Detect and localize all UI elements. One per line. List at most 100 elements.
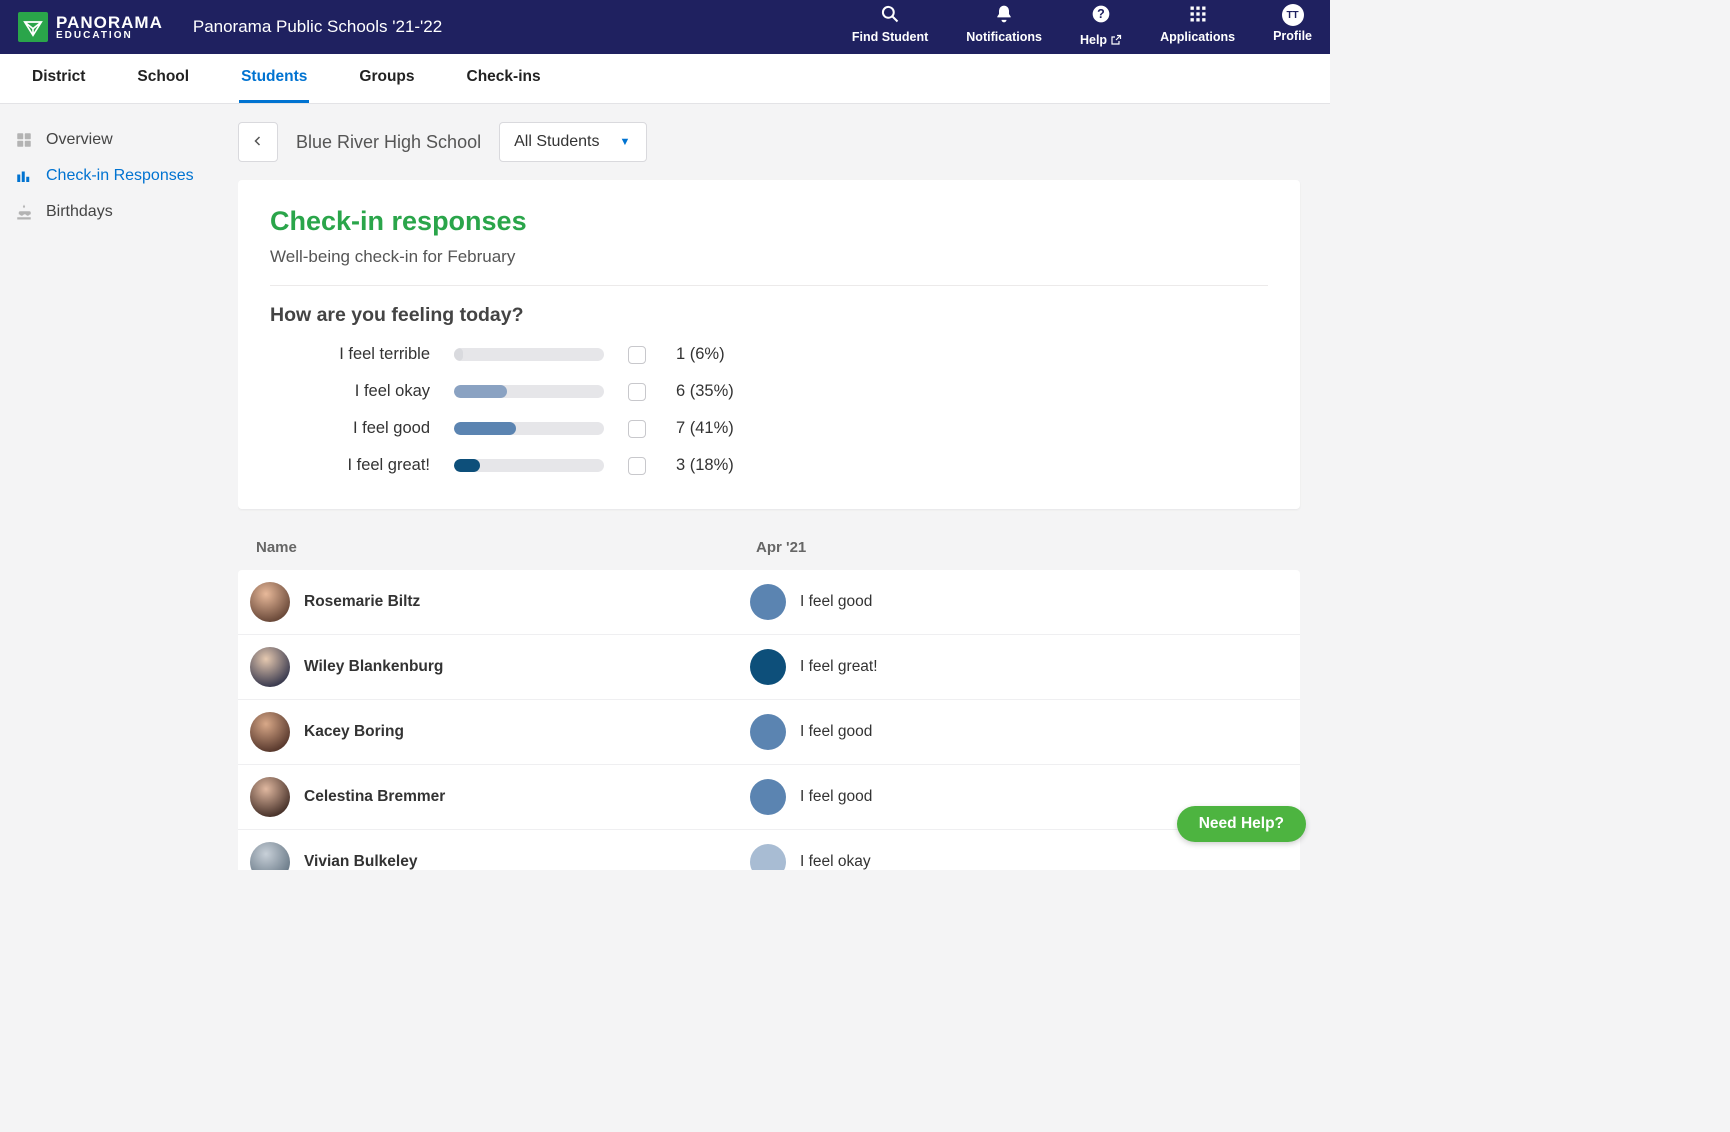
help-button[interactable]: ? Help xyxy=(1080,4,1122,50)
chevron-left-icon xyxy=(252,134,264,151)
response-dot-icon xyxy=(750,649,786,685)
org-name: Panorama Public Schools '21-'22 xyxy=(193,17,442,37)
dist-checkbox[interactable] xyxy=(628,346,646,364)
sidebar: Overview Check-in Responses Birthdays xyxy=(0,104,238,870)
app-header: PANORAMA EDUCATION Panorama Public Schoo… xyxy=(0,0,1330,54)
main-content: Blue River High School All Students ▼ Ch… xyxy=(238,104,1330,870)
response-dot-icon xyxy=(750,844,786,870)
response-text: I feel good xyxy=(800,593,872,611)
header-label: Applications xyxy=(1160,30,1235,44)
response-text: I feel okay xyxy=(800,853,871,870)
tab-district[interactable]: District xyxy=(30,54,87,103)
dist-count: 3 (18%) xyxy=(676,456,1268,475)
logo[interactable]: PANORAMA EDUCATION xyxy=(18,12,163,42)
dist-count: 6 (35%) xyxy=(676,382,1268,401)
sidebar-item-label: Birthdays xyxy=(46,203,113,221)
overview-icon xyxy=(14,130,34,150)
logo-text: PANORAMA EDUCATION xyxy=(56,14,163,41)
brand-sub: EDUCATION xyxy=(56,31,163,41)
avatar xyxy=(250,582,290,622)
dist-count: 1 (6%) xyxy=(676,345,1268,364)
dist-checkbox[interactable] xyxy=(628,420,646,438)
dist-bar xyxy=(454,422,604,435)
response-text: I feel good xyxy=(800,723,872,741)
external-link-icon xyxy=(1110,30,1122,50)
sidebar-item-label: Check-in Responses xyxy=(46,167,194,185)
student-filter-select[interactable]: All Students ▼ xyxy=(499,122,647,162)
card-title: Check-in responses xyxy=(270,206,1268,237)
student-name: Kacey Boring xyxy=(304,723,404,741)
dist-bar xyxy=(454,385,604,398)
header-actions: Find Student Notifications ? Help Applic… xyxy=(852,4,1312,50)
sidebar-item-checkin-responses[interactable]: Check-in Responses xyxy=(8,158,230,194)
tab-school[interactable]: School xyxy=(135,54,191,103)
col-month: Apr '21 xyxy=(756,539,1282,556)
responses-card: Check-in responses Well-being check-in f… xyxy=(238,180,1300,509)
dist-label: I feel terrible xyxy=(270,345,430,364)
sidebar-item-label: Overview xyxy=(46,131,113,149)
search-icon xyxy=(880,4,900,27)
header-label: Find Student xyxy=(852,30,928,44)
back-button[interactable] xyxy=(238,122,278,162)
table-row[interactable]: Rosemarie Biltz I feel good xyxy=(238,570,1300,634)
chevron-down-icon: ▼ xyxy=(619,136,630,148)
dist-count: 7 (41%) xyxy=(676,419,1268,438)
avatar-initials: TT xyxy=(1282,4,1304,26)
dist-label: I feel okay xyxy=(270,382,430,401)
response-dot-icon xyxy=(750,779,786,815)
header-label: Notifications xyxy=(966,30,1042,44)
apps-grid-icon xyxy=(1188,4,1208,27)
question-text: How are you feeling today? xyxy=(270,304,1268,327)
sidebar-item-birthdays[interactable]: Birthdays xyxy=(8,194,230,230)
need-help-fab[interactable]: Need Help? xyxy=(1177,806,1306,842)
dist-bar xyxy=(454,459,604,472)
student-name: Celestina Bremmer xyxy=(304,788,445,806)
student-name: Vivian Bulkeley xyxy=(304,853,417,870)
table-header: Name Apr '21 xyxy=(238,525,1300,570)
brand-name: PANORAMA xyxy=(56,14,163,31)
table-row[interactable]: Vivian Bulkeley I feel okay xyxy=(238,829,1300,870)
avatar xyxy=(250,777,290,817)
student-name: Wiley Blankenburg xyxy=(304,658,443,676)
response-text: I feel great! xyxy=(800,658,878,676)
tab-groups[interactable]: Groups xyxy=(357,54,416,103)
bell-icon xyxy=(994,4,1014,27)
dist-checkbox[interactable] xyxy=(628,457,646,475)
breadcrumb-school: Blue River High School xyxy=(296,132,481,153)
response-distribution-chart: I feel terrible 1 (6%) I feel okay 6 (35%) I… xyxy=(270,345,1268,475)
dist-label: I feel good xyxy=(270,419,430,438)
header-label: Profile xyxy=(1273,29,1312,43)
table-row[interactable]: Celestina Bremmer I feel good xyxy=(238,764,1300,829)
tab-checkins[interactable]: Check-ins xyxy=(465,54,543,103)
avatar xyxy=(250,842,290,870)
notifications-button[interactable]: Notifications xyxy=(966,4,1042,44)
tab-students[interactable]: Students xyxy=(239,54,309,103)
profile-button[interactable]: TT Profile xyxy=(1273,4,1312,43)
applications-button[interactable]: Applications xyxy=(1160,4,1235,44)
avatar xyxy=(250,712,290,752)
table-row[interactable]: Wiley Blankenburg I feel great! xyxy=(238,634,1300,699)
table-row[interactable]: Kacey Boring I feel good xyxy=(238,699,1300,764)
top-nav: District School Students Groups Check-in… xyxy=(0,54,1330,104)
breadcrumb: Blue River High School All Students ▼ xyxy=(238,122,1300,162)
cake-icon xyxy=(14,202,34,222)
student-name: Rosemarie Biltz xyxy=(304,593,420,611)
response-text: I feel good xyxy=(800,788,872,806)
select-value: All Students xyxy=(514,133,599,151)
col-name: Name xyxy=(256,539,756,556)
response-dot-icon xyxy=(750,584,786,620)
dist-bar xyxy=(454,348,604,361)
header-label: Help xyxy=(1080,30,1122,50)
dist-checkbox[interactable] xyxy=(628,383,646,401)
help-icon: ? xyxy=(1091,4,1111,27)
response-dot-icon xyxy=(750,714,786,750)
logo-mark-icon xyxy=(18,12,48,42)
dist-label: I feel great! xyxy=(270,456,430,475)
sidebar-item-overview[interactable]: Overview xyxy=(8,122,230,158)
svg-text:?: ? xyxy=(1097,7,1105,21)
find-student-button[interactable]: Find Student xyxy=(852,4,928,44)
responses-table: Name Apr '21 Rosemarie Biltz I feel good W… xyxy=(238,525,1300,870)
card-subtitle: Well-being check-in for February xyxy=(270,247,1268,286)
avatar xyxy=(250,647,290,687)
bar-chart-icon xyxy=(14,166,34,186)
